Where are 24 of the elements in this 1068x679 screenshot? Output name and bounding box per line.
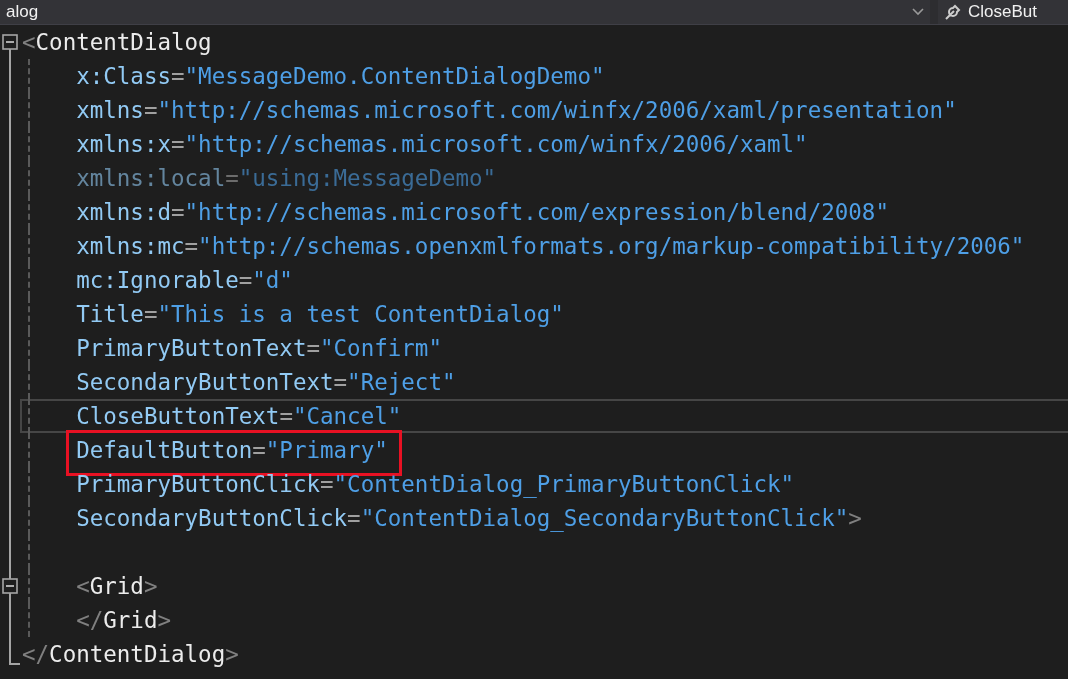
code-line: Title="This is a test ContentDialog" (76, 301, 564, 327)
chevron-down-icon (912, 8, 924, 16)
code-line: xmlns:mc="http://schemas.openxmlformats.org/markup-compatibility/2006" (76, 233, 1025, 259)
wrench-icon (944, 3, 962, 21)
code-line: PrimaryButtonText="Confirm" (76, 335, 442, 361)
code-line: <Grid> (76, 573, 158, 599)
code-line: CloseButtonText="Cancel" (76, 403, 402, 429)
code-line: xmlns:d="http://schemas.microsoft.com/expression/blend/2008" (76, 199, 889, 225)
code-line: <ContentDialog (22, 29, 212, 55)
member-dropdown[interactable]: CloseBut (938, 0, 1068, 24)
code-line: SecondaryButtonClick="ContentDialog_SecondaryButtonClick"> (76, 505, 862, 531)
code-line: PrimaryButtonClick="ContentDialog_PrimaryButtonClick" (76, 471, 795, 497)
code-line: </Grid> (76, 607, 171, 633)
code-line: DefaultButton="Primary" (76, 437, 388, 463)
code-line: xmlns="http://schemas.microsoft.com/winfx/2006/xaml/presentation" (76, 97, 957, 123)
collapse-icon[interactable] (2, 34, 18, 50)
code-line: mc:Ignorable="d" (76, 267, 293, 293)
collapse-icon[interactable] (2, 578, 18, 594)
code-line: SecondaryButtonText="Reject" (76, 369, 456, 395)
code-line: </ContentDialog> (22, 641, 239, 667)
code-line: x:Class="MessageDemo.ContentDialogDemo" (76, 63, 605, 89)
code-line: xmlns:x="http://schemas.microsoft.com/winfx/2006/xaml" (76, 131, 808, 157)
code-line: xmlns:local="using:MessageDemo" (76, 165, 497, 191)
type-dropdown[interactable]: alog (0, 0, 930, 24)
